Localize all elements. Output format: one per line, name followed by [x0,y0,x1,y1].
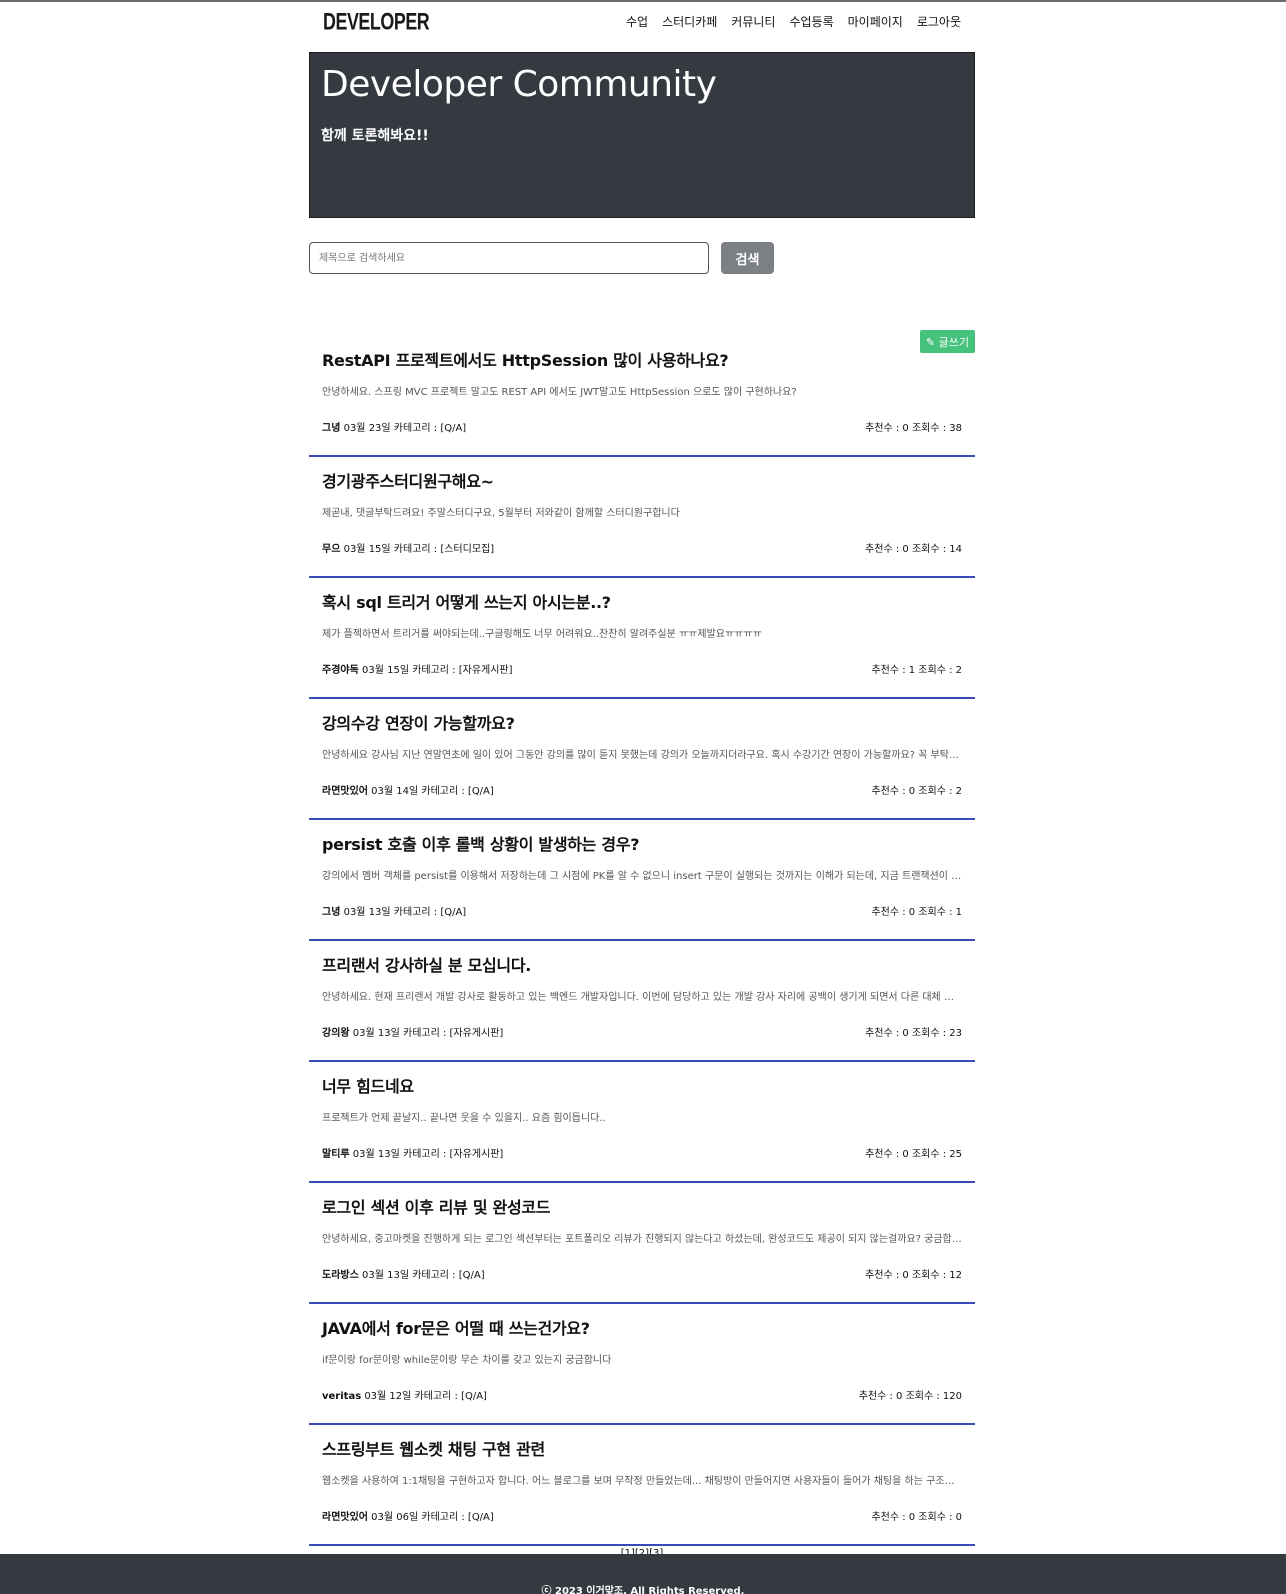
list-item[interactable]: JAVA에서 for문은 어떨 때 쓰는건가요? if문이랑 for문이랑 wh… [309,1304,975,1425]
nav-item-class[interactable]: 수업 [626,13,648,30]
post-title[interactable]: persist 호출 이후 롤백 상황이 발생하는 경우? [322,834,962,856]
post-meta: 라면맛있어 03월 14일 카테고리 : [Q/A] 추천수 : 0 조회수 :… [322,782,962,797]
post-author: 도라방스 [322,1270,359,1281]
post-date-category: 03월 13일 카테고리 : [자유게시판] [349,1028,504,1039]
post-stats: 추천수 : 0 조회수 : 120 [858,1391,962,1402]
post-stats: 추천수 : 0 조회수 : 12 [865,1270,962,1281]
post-excerpt: 안녕하세요. 현재 프리랜서 개발 강사로 활동하고 있는 백엔드 개발자입니다… [322,992,962,1003]
post-meta: 그녕 03월 23일 카테고리 : [Q/A] 추천수 : 0 조회수 : 38 [322,419,962,434]
list-item[interactable]: 혹시 sql 트리거 어떻게 쓰는지 아시는분..? 제가 플젝하면서 트리거를… [309,578,975,699]
post-stats: 추천수 : 1 조회수 : 2 [871,665,962,676]
post-excerpt: 안녕하세요. 스프링 MVC 프로젝트 말고도 REST API 에서도 JWT… [322,387,797,398]
post-info: 주경야독 03월 15일 카테고리 : [자유게시판] [322,661,513,676]
post-stats: 추천수 : 0 조회수 : 0 [871,1512,962,1523]
post-meta: 강의왕 03월 13일 카테고리 : [자유게시판] 추천수 : 0 조회수 :… [322,1024,962,1039]
post-author: 말티루 [322,1149,350,1160]
nav-item-mypage[interactable]: 마이페이지 [848,13,903,30]
post-info: 라면맛있어 03월 14일 카테고리 : [Q/A] [322,782,494,797]
post-author: 라면맛있어 [322,1512,368,1523]
list-item[interactable]: 로그인 섹션 이후 리뷰 및 완성코드 안녕하세요, 중고마켓을 진행하게 되는… [309,1183,975,1304]
logo[interactable]: DEVELOPER [323,9,430,37]
post-stats: 추천수 : 0 조회수 : 2 [871,786,962,797]
post-excerpt: 제곧내, 댓글부탁드려요! 주말스터디구요, 5월부터 저와같이 함께할 스터디… [322,508,680,519]
list-item[interactable]: 스프링부트 웹소켓 채팅 구현 관련 웹소켓을 사용하여 1:1채팅을 구현하고… [309,1425,975,1546]
post-meta: 말티루 03월 13일 카테고리 : [자유게시판] 추천수 : 0 조회수 :… [322,1145,962,1160]
post-stats: 추천수 : 0 조회수 : 38 [865,423,962,434]
post-excerpt: 안녕하세요 강사님 지난 연말연초에 일이 있어 그동안 강의를 많이 듣지 못… [322,750,962,761]
post-title[interactable]: 스프링부트 웹소켓 채팅 구현 관련 [322,1439,962,1461]
nav-item-study-cafe[interactable]: 스터디카페 [662,13,717,30]
post-date-category: 03월 15일 카테고리 : [스터디모집] [340,544,495,555]
post-meta: 주경야독 03월 15일 카테고리 : [자유게시판] 추천수 : 1 조회수 … [322,661,962,676]
post-info: 라면맛있어 03월 06일 카테고리 : [Q/A] [322,1508,494,1523]
post-info: 강의왕 03월 13일 카테고리 : [자유게시판] [322,1024,503,1039]
post-excerpt: 프로젝트가 언제 끝날지.. 끝나면 웃을 수 있을지.. 요즘 힘이듭니다.. [322,1113,606,1124]
post-title[interactable]: 너무 힘드네요 [322,1076,962,1098]
post-date-category: 03월 13일 카테고리 : [Q/A] [340,907,467,918]
post-info: 말티루 03월 13일 카테고리 : [자유게시판] [322,1145,503,1160]
list-item[interactable]: 프리랜서 강사하실 분 모십니다. 안녕하세요. 현재 프리랜서 개발 강사로 … [309,941,975,1062]
post-date-category: 03월 13일 카테고리 : [자유게시판] [349,1149,504,1160]
post-excerpt: 안녕하세요, 중고마켓을 진행하게 되는 로그인 섹션부터는 포트폴리오 리뷰가… [322,1234,962,1245]
post-stats: 추천수 : 0 조회수 : 23 [865,1028,962,1039]
list-item[interactable]: persist 호출 이후 롤백 상황이 발생하는 경우? 강의에서 멤버 객체… [309,820,975,941]
post-title[interactable]: JAVA에서 for문은 어떨 때 쓰는건가요? [322,1318,962,1340]
post-title[interactable]: 로그인 섹션 이후 리뷰 및 완성코드 [322,1197,962,1219]
post-title[interactable]: 경기광주스터디원구해요~ [322,471,962,493]
post-excerpt: if문이랑 for문이랑 while문이랑 무슨 차이를 갖고 있는지 궁금합니… [322,1355,612,1366]
hero-subtitle: 함께 토론해봐요!! [321,128,429,144]
post-meta: 라면맛있어 03월 06일 카테고리 : [Q/A] 추천수 : 0 조회수 :… [322,1508,962,1523]
search-input[interactable] [309,242,709,274]
post-author: 그녕 [322,907,341,918]
post-title[interactable]: 프리랜서 강사하실 분 모십니다. [322,955,962,977]
post-stats: 추천수 : 0 조회수 : 14 [865,544,962,555]
search-button[interactable]: 검색 [721,242,774,274]
post-meta: veritas 03월 12일 카테고리 : [Q/A] 추천수 : 0 조회수… [322,1387,962,1402]
post-author: veritas [322,1391,362,1402]
post-date-category: 03월 15일 카테고리 : [자유게시판] [358,665,513,676]
post-author: 그녕 [322,423,341,434]
post-meta: 무으 03월 15일 카테고리 : [스터디모집] 추천수 : 0 조회수 : … [322,540,962,555]
post-excerpt: 웹소켓을 사용하여 1:1채팅을 구현하고자 합니다. 어느 블로그를 보며 무… [322,1476,962,1487]
list-item[interactable]: 너무 힘드네요 프로젝트가 언제 끝날지.. 끝나면 웃을 수 있을지.. 요즘… [309,1062,975,1183]
post-info: 그녕 03월 13일 카테고리 : [Q/A] [322,903,466,918]
post-info: 그녕 03월 23일 카테고리 : [Q/A] [322,419,466,434]
hero-title: Developer Community [321,64,717,105]
post-title[interactable]: 혹시 sql 트리거 어떻게 쓰는지 아시는분..? [322,592,962,614]
post-title[interactable]: 강의수강 연장이 가능할까요? [322,713,962,735]
post-info: veritas 03월 12일 카테고리 : [Q/A] [322,1387,487,1402]
post-date-category: 03월 13일 카테고리 : [Q/A] [358,1270,485,1281]
post-stats: 추천수 : 0 조회수 : 25 [865,1149,962,1160]
post-date-category: 03월 06일 카테고리 : [Q/A] [368,1512,494,1523]
post-meta: 도라방스 03월 13일 카테고리 : [Q/A] 추천수 : 0 조회수 : … [322,1266,962,1281]
list-item[interactable]: RestAPI 프로젝트에서도 HttpSession 많이 사용하나요? 안녕… [309,336,975,457]
hero-banner: Developer Community 함께 토론해봐요!! [309,52,975,218]
footer: ⓒ 2023 이거맞조. All Rights Reserved. [0,1554,1286,1594]
post-date-category: 03월 23일 카테고리 : [Q/A] [340,423,467,434]
post-excerpt: 제가 플젝하면서 트리거를 써야되는데..구글링해도 너무 어려워요..찬찬히 … [322,629,762,640]
nav-item-community[interactable]: 커뮤니티 [731,13,775,30]
nav-menu: 수업 스터디카페 커뮤니티 수업등록 마이페이지 로그아웃 [626,13,961,30]
top-navbar: DEVELOPER 수업 스터디카페 커뮤니티 수업등록 마이페이지 로그아웃 [309,2,975,52]
post-author: 주경야독 [322,665,359,676]
post-excerpt: 강의에서 멤버 객체를 persist를 이용해서 저장하는데 그 시점에 PK… [322,871,962,882]
post-author: 무으 [322,544,341,555]
footer-copyright: ⓒ 2023 이거맞조. All Rights Reserved. [541,1586,745,1594]
list-item[interactable]: 경기광주스터디원구해요~ 제곧내, 댓글부탁드려요! 주말스터디구요, 5월부터… [309,457,975,578]
post-title[interactable]: RestAPI 프로젝트에서도 HttpSession 많이 사용하나요? [322,350,962,372]
post-author: 라면맛있어 [322,786,368,797]
list-item[interactable]: 강의수강 연장이 가능할까요? 안녕하세요 강사님 지난 연말연초에 일이 있어… [309,699,975,820]
post-info: 도라방스 03월 13일 카테고리 : [Q/A] [322,1266,485,1281]
nav-item-logout[interactable]: 로그아웃 [917,13,961,30]
post-date-category: 03월 12일 카테고리 : [Q/A] [361,1391,487,1402]
page-container: DEVELOPER 수업 스터디카페 커뮤니티 수업등록 마이페이지 로그아웃 … [309,2,975,1559]
post-date-category: 03월 14일 카테고리 : [Q/A] [368,786,494,797]
nav-item-class-register[interactable]: 수업등록 [789,13,833,30]
post-author: 강의왕 [322,1028,350,1039]
search-bar: 검색 [309,242,975,274]
post-stats: 추천수 : 0 조회수 : 1 [871,907,962,918]
post-meta: 그녕 03월 13일 카테고리 : [Q/A] 추천수 : 0 조회수 : 1 [322,903,962,918]
post-list: RestAPI 프로젝트에서도 HttpSession 많이 사용하나요? 안녕… [309,336,975,1546]
post-info: 무으 03월 15일 카테고리 : [스터디모집] [322,540,494,555]
